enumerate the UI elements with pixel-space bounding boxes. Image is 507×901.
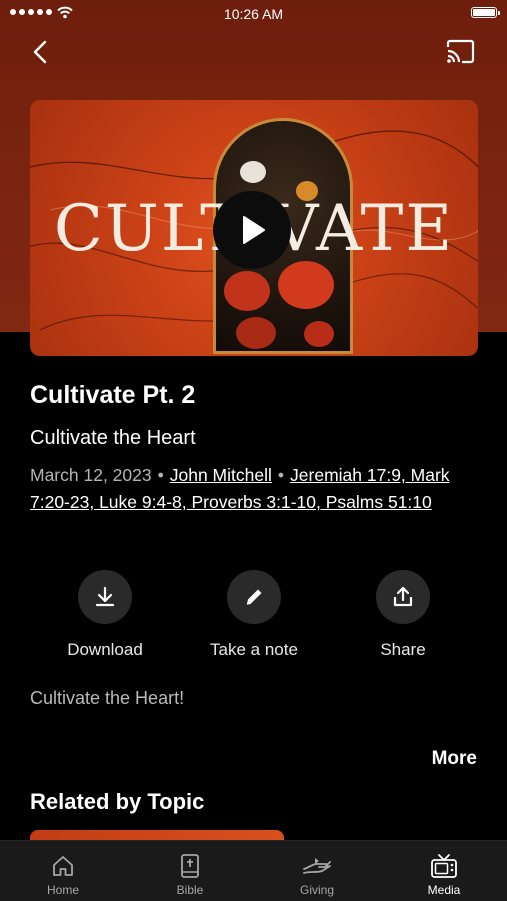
play-button[interactable] [213, 191, 291, 269]
share-circle[interactable] [376, 570, 430, 624]
download-button[interactable]: Download [40, 570, 170, 660]
speaker-link[interactable]: John Mitchell [170, 465, 272, 485]
play-icon [243, 216, 265, 244]
tab-media-label: Media [427, 883, 461, 897]
tab-media[interactable]: Media [381, 841, 507, 901]
share-icon [393, 586, 413, 607]
tab-giving-label: Giving [299, 883, 334, 897]
tab-home-label: Home [46, 883, 79, 897]
related-heading: Related by Topic [30, 789, 205, 814]
cast-icon[interactable] [444, 38, 476, 66]
pencil-icon [246, 589, 262, 605]
status-bar: 10:26 AM [0, 0, 507, 28]
sermon-description: Cultivate the Heart! [30, 688, 185, 708]
battery-icon [471, 7, 500, 18]
share-button[interactable]: Share [338, 570, 468, 660]
take-note-label: Take a note [210, 640, 298, 659]
sermon-title: Cultivate Pt. 2 [30, 381, 196, 409]
more-button[interactable]: More [432, 748, 477, 770]
download-circle[interactable] [78, 570, 132, 624]
tab-bible-label: Bible [176, 883, 204, 897]
download-label: Download [67, 640, 143, 659]
sermon-subtitle: Cultivate the Heart [30, 427, 196, 449]
bible-icon [181, 854, 199, 878]
media-tv-icon [431, 854, 457, 878]
tab-bar: Home Bible Giving Media [0, 840, 507, 901]
tab-home[interactable]: Home [0, 841, 126, 901]
giving-icon [303, 858, 331, 874]
status-time: 10:26 AM [223, 6, 284, 22]
tab-bible[interactable]: Bible [127, 841, 253, 901]
share-label: Share [380, 640, 426, 659]
separator-dot: • [157, 465, 164, 485]
sermon-date: March 12, 2023 [30, 465, 152, 485]
separator-dot: • [277, 465, 285, 485]
tab-giving[interactable]: Giving [254, 841, 380, 901]
sermon-artwork[interactable]: CULTIVATE [30, 100, 478, 356]
home-icon [53, 856, 73, 876]
back-chevron-icon[interactable] [28, 38, 54, 66]
sermon-meta: March 12, 2023 • John Mitchell • Jeremiah 17… [30, 462, 470, 516]
take-note-button[interactable]: Take a note [189, 570, 319, 660]
download-icon [95, 586, 115, 607]
take-note-circle[interactable] [227, 570, 281, 624]
